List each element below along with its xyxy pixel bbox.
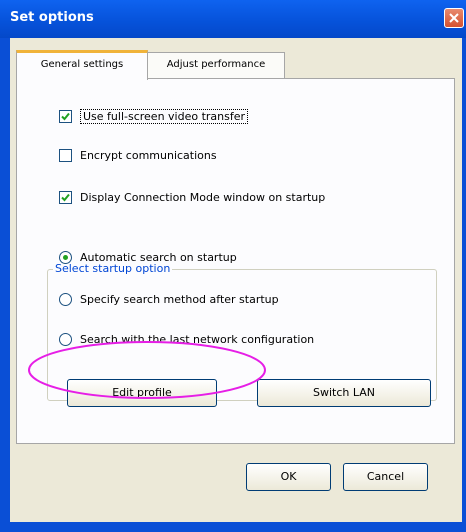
cancel-button-label: Cancel (366, 470, 405, 483)
dialog-client-area: General settings Adjust performance Use … (10, 38, 462, 522)
checkmark-icon (61, 193, 70, 202)
close-button[interactable] (444, 8, 464, 28)
checkbox-display-connection-mode-box[interactable] (59, 191, 72, 204)
checkbox-display-connection-mode-label: Display Connection Mode window on startu… (80, 191, 326, 204)
radio-automatic-search[interactable]: Automatic search on startup (59, 251, 237, 264)
checkmark-icon (61, 112, 70, 121)
tab-adjust-performance[interactable]: Adjust performance (147, 52, 285, 78)
checkbox-encrypt-communications-label: Encrypt communications (80, 149, 217, 162)
window-title: Set options (10, 10, 94, 25)
checkbox-full-screen-video-box[interactable] (59, 110, 72, 123)
switch-lan-button-label: Switch LAN (313, 386, 375, 399)
checkbox-full-screen-video-label: Use full-screen video transfer (80, 109, 249, 124)
radio-automatic-search-button[interactable] (59, 251, 72, 264)
radio-specify-search-method[interactable]: Specify search method after startup (59, 293, 279, 306)
radio-specify-search-method-label: Specify search method after startup (80, 293, 279, 306)
tab-general-settings[interactable]: General settings (16, 50, 148, 80)
ok-button[interactable]: OK (246, 463, 331, 491)
ok-button-label: OK (280, 470, 297, 483)
highlight-ellipse-annotation (28, 341, 266, 399)
checkbox-display-connection-mode[interactable]: Display Connection Mode window on startu… (59, 191, 325, 204)
checkbox-encrypt-communications[interactable]: Encrypt communications (59, 149, 217, 162)
radio-specify-search-method-button[interactable] (59, 293, 72, 306)
tab-general-settings-label: General settings (40, 59, 124, 70)
title-bar: Set options (0, 0, 466, 38)
set-options-dialog: Set options General settings Adjust perf… (0, 0, 466, 532)
radio-automatic-search-label: Automatic search on startup (80, 251, 237, 264)
checkbox-encrypt-communications-box[interactable] (59, 149, 72, 162)
close-icon (449, 13, 459, 23)
switch-lan-button[interactable]: Switch LAN (257, 379, 431, 407)
cancel-button[interactable]: Cancel (343, 463, 428, 491)
tab-adjust-performance-label: Adjust performance (166, 59, 266, 70)
checkbox-full-screen-video[interactable]: Use full-screen video transfer (59, 109, 249, 124)
